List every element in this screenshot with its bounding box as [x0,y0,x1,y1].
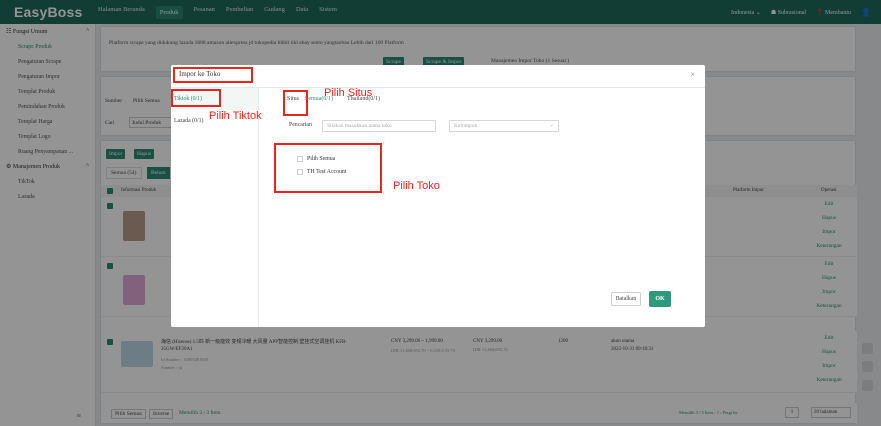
annotation-pilih-situs: Pilih Situs [324,87,373,99]
annotation-pilih-toko: Pilih Toko [393,180,440,192]
store-search-input[interactable]: Silakan masukkan nama toko [322,120,436,132]
annotation-box-site [283,90,308,116]
group-select-placeholder: Kelompok [454,123,478,129]
platform-list: Tiktok (0/1) Lazada (0/1) [171,88,259,327]
annotation-pilih-tiktok: Pilih Tiktok [209,110,262,122]
annotation-box-store [274,143,382,193]
close-icon[interactable]: × [690,70,695,79]
annotation-box-tiktok [171,89,221,107]
group-select[interactable]: Kelompok ⌄ [449,120,559,132]
annotation-box-title [173,67,253,83]
chevron-down-icon: ⌄ [549,122,554,128]
import-to-store-dialog: Impor ke Toko × Tiktok (0/1) Lazada (0/1… [171,65,705,327]
ok-button[interactable]: OK [649,291,671,307]
search-label: Pencarian [289,122,312,128]
cancel-button[interactable]: Batalkan [611,292,641,306]
